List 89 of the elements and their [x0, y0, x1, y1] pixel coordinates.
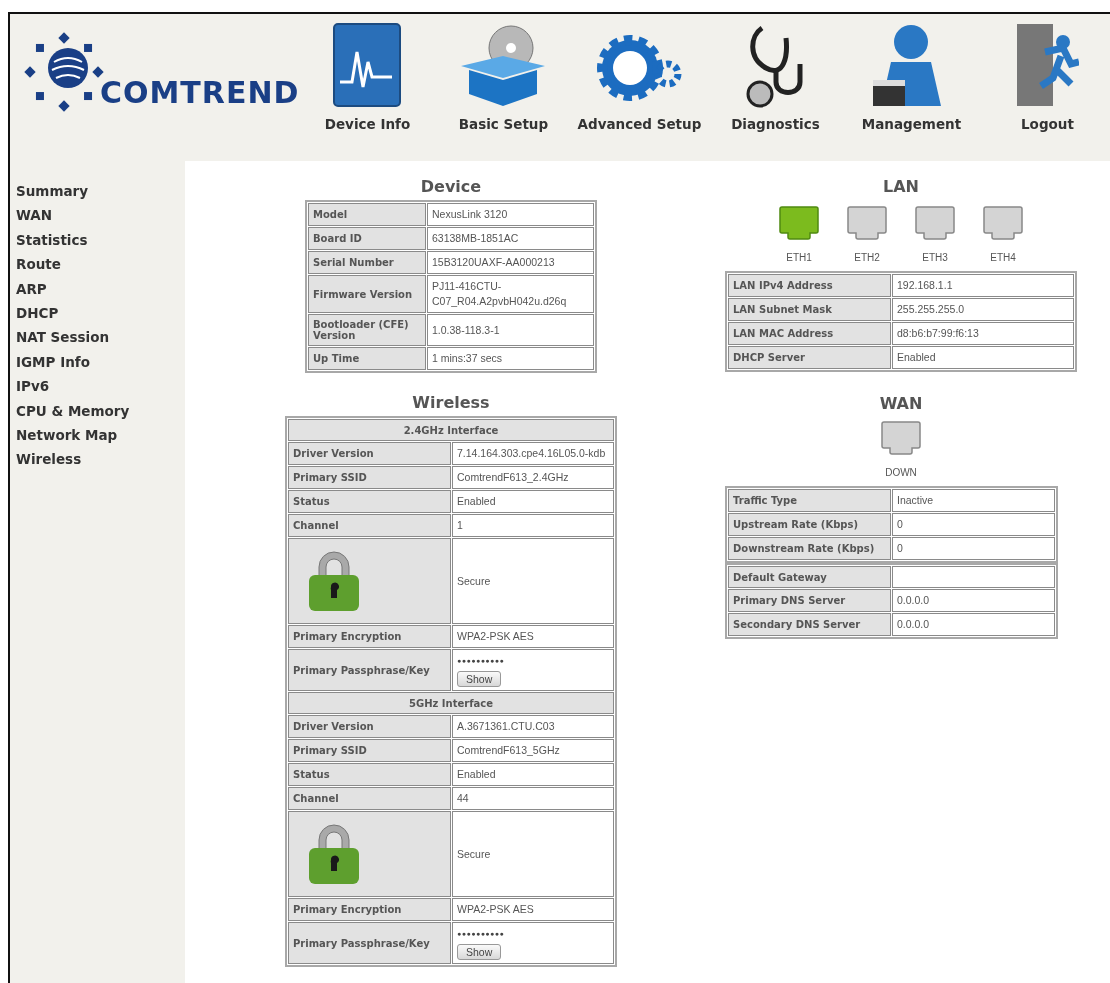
row-value: A.3671361.CTU.C03 — [452, 715, 614, 738]
row-label: Serial Number — [308, 251, 426, 274]
row-label: Model — [308, 203, 426, 226]
row-label: Primary Encryption — [288, 898, 451, 921]
row-label: Secondary DNS Server — [728, 613, 891, 636]
row-value: 44 — [452, 787, 614, 810]
logo-text: COMTREND — [100, 75, 300, 110]
nav-item[interactable]: Diagnostics — [707, 14, 844, 132]
nav-item[interactable]: Device Info — [299, 14, 436, 132]
row-label: Upstream Rate (Kbps) — [728, 513, 891, 536]
row-value: ComtrendF613_2.4GHz — [452, 466, 614, 489]
row-value: d8:b6:b7:99:f6:13 — [892, 322, 1074, 345]
row-value: ComtrendF613_5GHz — [452, 739, 614, 762]
show-button[interactable]: Show — [457, 944, 502, 960]
row-label: LAN Subnet Mask — [728, 298, 891, 321]
port-label: ETH3 — [922, 252, 948, 263]
interface-header: 5GHz Interface — [288, 692, 614, 714]
sidebar-item[interactable]: Summary — [16, 181, 185, 202]
port-label: ETH4 — [990, 252, 1016, 263]
row-label: Default Gateway — [728, 566, 891, 588]
row-label: Up Time — [308, 347, 426, 370]
sidebar-item[interactable]: DHCP — [16, 303, 185, 324]
row-value: Enabled — [892, 346, 1074, 369]
port-label: ETH1 — [786, 252, 812, 263]
row-value: 63138MB-1851AC — [427, 227, 594, 250]
show-button[interactable]: Show — [457, 671, 502, 687]
row-label: Traffic Type — [728, 489, 891, 512]
nav-item[interactable]: Management — [843, 14, 980, 132]
row-label: Primary Passphrase/Key — [288, 922, 451, 964]
exit-door-icon — [1015, 22, 1080, 108]
port-label: DOWN — [885, 467, 917, 478]
nav-item[interactable]: Logout — [979, 14, 1110, 132]
row-value: 0.0.0.0 — [892, 589, 1055, 612]
row-label: Downstream Rate (Kbps) — [728, 537, 891, 560]
row-value: Secure — [452, 811, 614, 897]
row-label: LAN IPv4 Address — [728, 274, 891, 297]
row-value: 255.255.255.0 — [892, 298, 1074, 321]
sidebar-item[interactable]: WAN — [16, 205, 185, 226]
row-label: Primary SSID — [288, 466, 451, 489]
sidebar-item[interactable]: Network Map — [16, 425, 185, 446]
sidebar-item[interactable]: IPv6 — [16, 376, 185, 397]
row-value: 15B3120UAXF-AA000213 — [427, 251, 594, 274]
row-value: WPA2-PSK AES — [452, 625, 614, 648]
row-label: Primary SSID — [288, 739, 451, 762]
row-value: Inactive — [892, 489, 1055, 512]
section-title: Wireless — [412, 393, 490, 412]
row-value: 192.168.1.1 — [892, 274, 1074, 297]
row-value: Enabled — [452, 490, 614, 513]
row-value: 0 — [892, 513, 1055, 536]
row-label: Driver Version — [288, 442, 451, 465]
sidebar-item[interactable]: Statistics — [16, 229, 185, 251]
row-value: 1.0.38-118.3-1 — [427, 314, 594, 346]
row-value: 0.0.0.0 — [892, 613, 1055, 636]
interface-header: 2.4GHz Interface — [288, 419, 614, 441]
row-value: 1 — [452, 514, 614, 537]
row-value: 1 mins:37 secs — [427, 347, 594, 370]
row-label: Primary DNS Server — [728, 589, 891, 612]
port-label: ETH2 — [854, 252, 880, 263]
row-label: Channel — [288, 787, 451, 810]
row-label: Primary Passphrase/Key — [288, 649, 451, 691]
section-title: Device — [420, 177, 482, 196]
sidebar-item[interactable]: CPU & Memory — [16, 400, 185, 422]
row-label: Firmware Version — [308, 275, 426, 313]
row-label: Driver Version — [288, 715, 451, 738]
row-value: 7.14.164.303.cpe4.16L05.0-kdb — [452, 442, 614, 465]
row-label: Board ID — [308, 227, 426, 250]
sidebar-item[interactable]: Wireless — [16, 449, 185, 470]
row-label: Bootloader (CFE) Version — [308, 314, 426, 346]
row-label: Channel — [288, 514, 451, 537]
sidebar-item[interactable]: Route — [16, 254, 185, 275]
section-title: WAN — [879, 394, 923, 413]
row-value: 0 — [892, 537, 1055, 560]
monitor-chart-icon — [332, 22, 403, 108]
sidebar-item[interactable]: IGMP Info — [16, 351, 185, 373]
row-label: DHCP Server — [728, 346, 891, 369]
nav-item[interactable]: Basic Setup — [435, 14, 572, 132]
sidebar-item[interactable]: ARP — [16, 278, 185, 300]
nav-item[interactable]: Advanced Setup — [571, 14, 708, 132]
row-value: PJ11-416CTU-C07_R04.A2pvbH042u.d26q — [427, 275, 594, 313]
section-title: LAN — [883, 177, 919, 196]
row-label: Primary Encryption — [288, 625, 451, 648]
row-value: Secure — [452, 538, 614, 624]
row-value: NexusLink 3120 — [427, 203, 594, 226]
row-value: Enabled — [452, 763, 614, 786]
sidebar-item[interactable]: NAT Session — [16, 327, 185, 348]
row-label: Status — [288, 490, 451, 513]
row-value: WPA2-PSK AES — [452, 898, 614, 921]
row-label: Status — [288, 763, 451, 786]
row-label: LAN MAC Address — [728, 322, 891, 345]
